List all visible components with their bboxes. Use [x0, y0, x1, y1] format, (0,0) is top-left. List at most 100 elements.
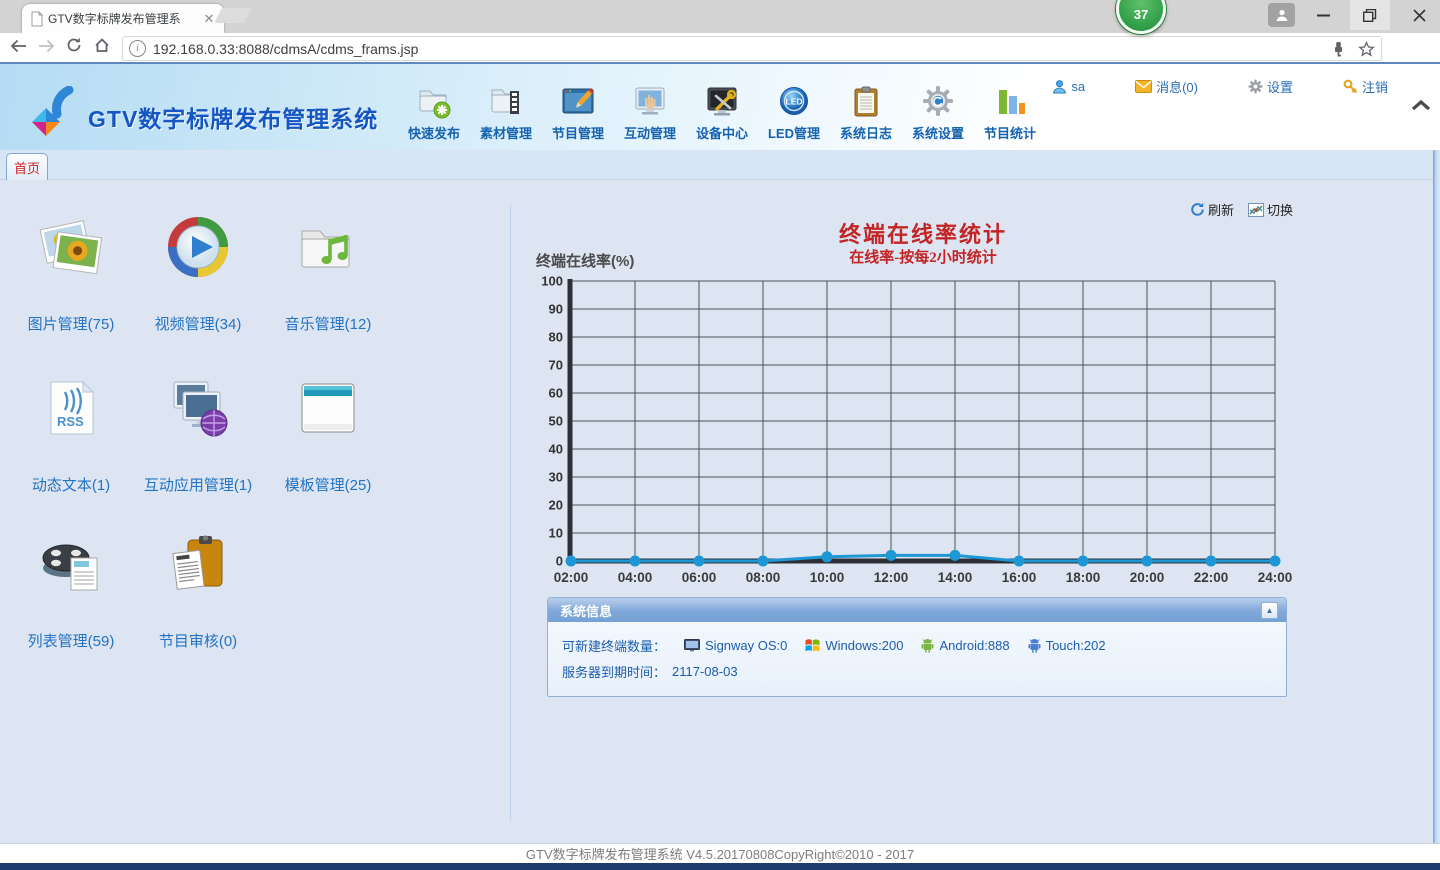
settings-label: 设置: [1267, 77, 1293, 96]
switch-chart-icon: [1248, 203, 1264, 217]
app-header: GTV数字标牌发布管理系统 快速发布: [0, 62, 1440, 150]
svg-text:14:00: 14:00: [938, 570, 973, 585]
browser-tab-bar: GTV数字标牌发布管理系 ✕ 37: [0, 0, 1440, 33]
nav-quick-publish[interactable]: 快速发布: [398, 82, 470, 142]
module-image-mgmt[interactable]: 图片管理(75): [5, 215, 137, 334]
svg-text:10: 10: [549, 526, 563, 541]
photo-stack-icon: [39, 215, 103, 279]
restore-button[interactable]: [1350, 0, 1390, 30]
settings-link[interactable]: 设置: [1248, 77, 1293, 96]
nav-label: 节目统计: [984, 123, 1036, 142]
bookmark-star-icon[interactable]: [1358, 41, 1375, 57]
reload-icon[interactable]: [60, 37, 88, 58]
right-scroll-strip[interactable]: [1433, 150, 1440, 843]
android-icon: [921, 638, 934, 653]
chart-y-axis-label: 终端在线率(%): [536, 250, 634, 271]
rss-file-icon: RSS: [39, 376, 103, 440]
logout-label: 注销: [1362, 77, 1388, 96]
terminal-touch: Touch:202: [1028, 638, 1106, 653]
nav-led-mgmt[interactable]: LED LED管理: [758, 82, 830, 142]
module-playlist-mgmt[interactable]: 列表管理(59): [5, 532, 137, 651]
module-dynamic-text[interactable]: RSS 动态文本(1): [5, 376, 137, 495]
svg-text:20:00: 20:00: [1130, 570, 1165, 585]
main-nav: 快速发布 素材管理: [398, 82, 1046, 142]
nav-interaction-mgmt[interactable]: 互动管理: [614, 82, 686, 142]
module-label: 节目审核(0): [132, 630, 264, 651]
collapse-header-button[interactable]: [1410, 98, 1434, 114]
svg-text:LED: LED: [786, 97, 803, 107]
nav-device-center[interactable]: 设备中心: [686, 82, 758, 142]
module-video-mgmt[interactable]: 视频管理(34): [132, 215, 264, 334]
template-window-icon: [296, 376, 360, 440]
panel-collapse-button[interactable]: ▲: [1261, 602, 1278, 619]
svg-text:12:00: 12:00: [874, 570, 909, 585]
nav-label: 节目管理: [552, 123, 604, 142]
nav-label: LED管理: [768, 123, 820, 142]
system-settings-icon: [920, 82, 956, 120]
program-mgmt-icon: [560, 82, 596, 120]
profile-icon[interactable]: [1268, 3, 1295, 27]
terminal-android: Android:888: [921, 638, 1009, 653]
module-label: 视频管理(34): [132, 313, 264, 334]
music-folder-icon: [296, 215, 360, 279]
terminal-quota-row: 可新建终端数量： Signway OS:0 Windows:200: [562, 632, 1272, 658]
svg-text:16:00: 16:00: [1002, 570, 1037, 585]
nav-system-settings[interactable]: 系统设置: [902, 82, 974, 142]
back-icon[interactable]: [4, 38, 32, 58]
system-info-body: 可新建终端数量： Signway OS:0 Windows:200: [548, 622, 1286, 696]
page-info-icon[interactable]: i: [129, 40, 146, 57]
password-key-icon[interactable]: [1331, 41, 1346, 57]
messages-link[interactable]: 消息(0): [1135, 77, 1198, 96]
program-stats-icon: [992, 82, 1028, 120]
new-tab-button[interactable]: [214, 8, 252, 23]
nav-program-mgmt[interactable]: 节目管理: [542, 82, 614, 142]
svg-text:10:00: 10:00: [810, 570, 845, 585]
app-logo: [30, 86, 82, 138]
tab-home[interactable]: 首页: [6, 153, 48, 180]
server-expiry-row: 服务器到期时间： 2117-08-03: [562, 658, 1272, 684]
forward-icon[interactable]: [32, 38, 60, 58]
nav-label: 互动管理: [624, 123, 676, 142]
app-title: GTV数字标牌发布管理系统: [88, 100, 378, 134]
browser-tab[interactable]: GTV数字标牌发布管理系 ✕: [22, 4, 224, 33]
footer-text: GTV数字标牌发布管理系统 V4.5.20170808CopyRight©201…: [526, 844, 914, 863]
message-icon: [1135, 80, 1152, 93]
tab-title: GTV数字标牌发布管理系: [48, 10, 198, 27]
messages-label: 消息(0): [1156, 77, 1198, 96]
server-expiry-label: 服务器到期时间：: [562, 662, 666, 681]
nav-material-mgmt[interactable]: 素材管理: [470, 82, 542, 142]
address-bar[interactable]: i 192.168.0.33:8088/cdmsA/cdms_frams.jsp: [122, 36, 1382, 61]
terminal-count: Touch:202: [1046, 638, 1106, 653]
svg-text:06:00: 06:00: [682, 570, 717, 585]
svg-text:24:00: 24:00: [1258, 570, 1293, 585]
svg-text:60: 60: [549, 386, 563, 401]
nav-system-log[interactable]: 系统日志: [830, 82, 902, 142]
module-program-review[interactable]: 节目审核(0): [132, 532, 264, 651]
terminal-windows: Windows:200: [805, 638, 903, 653]
module-music-mgmt[interactable]: 音乐管理(12): [262, 215, 394, 334]
svg-text:04:00: 04:00: [618, 570, 653, 585]
nav-label: 快速发布: [408, 123, 460, 142]
recording-badge: 37: [1116, 0, 1166, 34]
tab-close-icon[interactable]: ✕: [202, 11, 216, 27]
signway-os-icon: [684, 639, 700, 652]
user-account[interactable]: sa: [1052, 79, 1085, 94]
interaction-mgmt-icon: [632, 82, 668, 120]
terminal-count: Windows:200: [825, 638, 903, 653]
module-interactive-app-mgmt[interactable]: 互动应用管理(1): [132, 376, 264, 495]
svg-text:02:00: 02:00: [554, 570, 589, 585]
module-template-mgmt[interactable]: 模板管理(25): [262, 376, 394, 495]
close-button[interactable]: [1398, 0, 1440, 30]
panel-divider: [510, 205, 511, 820]
home-icon[interactable]: [88, 38, 116, 58]
nav-label: 系统设置: [912, 123, 964, 142]
minimize-button[interactable]: [1304, 0, 1342, 30]
nav-program-stats[interactable]: 节目统计: [974, 82, 1046, 142]
terminal-quota-label: 可新建终端数量：: [562, 636, 666, 655]
svg-text:0: 0: [556, 554, 563, 569]
svg-text:18:00: 18:00: [1066, 570, 1101, 585]
material-mgmt-icon: [488, 82, 524, 120]
logout-link[interactable]: 注销: [1343, 77, 1388, 96]
browser-address-bar: i 192.168.0.33:8088/cdmsA/cdms_frams.jsp: [0, 33, 1440, 62]
svg-text:70: 70: [549, 358, 563, 373]
